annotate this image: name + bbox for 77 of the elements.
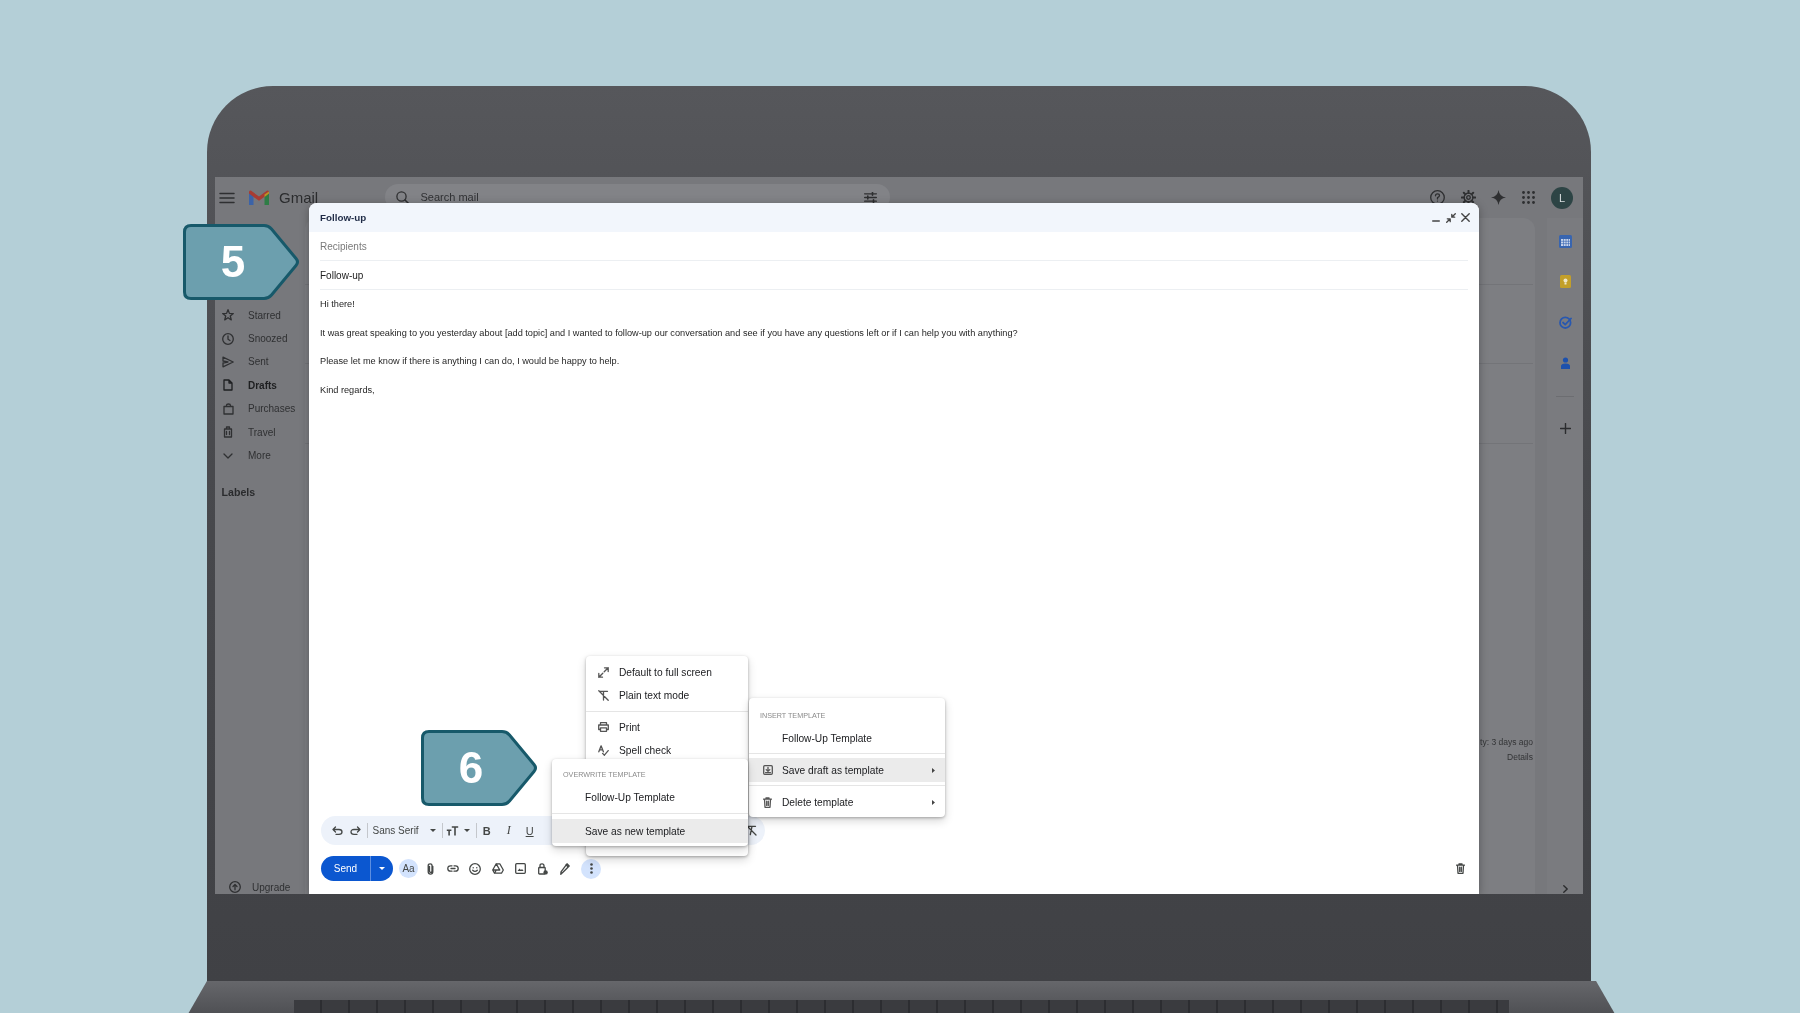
clock-icon <box>222 332 234 345</box>
help-icon[interactable] <box>1429 190 1445 205</box>
clear-format-icon <box>598 689 609 701</box>
avatar[interactable]: L <box>1551 186 1573 209</box>
trash-icon[interactable] <box>1456 863 1465 874</box>
calendar-icon[interactable] <box>1558 234 1572 248</box>
font-dropdown[interactable]: Sans Serif <box>372 825 436 836</box>
sparkle-icon[interactable] <box>1490 190 1506 205</box>
chevron-right-icon[interactable] <box>1562 885 1568 893</box>
search-field[interactable]: Search mail <box>420 190 852 204</box>
menu-item[interactable]: Follow-Up Template <box>552 785 748 809</box>
trash-icon <box>763 796 772 808</box>
file-icon <box>223 379 233 392</box>
body-paragraph: Hi there! <box>320 298 356 311</box>
bold-button[interactable]: B <box>480 822 493 839</box>
submenu-arrow-icon <box>932 799 935 805</box>
link-icon[interactable] <box>446 865 459 872</box>
menu-item[interactable]: Save draft as template <box>749 758 945 782</box>
more-vertical-icon <box>589 863 593 874</box>
recipients-field[interactable]: Recipients <box>320 232 1468 261</box>
close-icon[interactable] <box>1460 213 1470 222</box>
suitcase-icon <box>223 426 233 439</box>
menu-item[interactable]: Follow-Up Template <box>749 726 945 750</box>
chevron-down-icon <box>223 452 233 459</box>
app-name: Gmail <box>279 189 319 206</box>
more-options-button[interactable] <box>581 858 601 879</box>
menu-item[interactable]: Save as new template <box>552 819 748 843</box>
send-options-button[interactable] <box>370 856 393 881</box>
image-icon[interactable] <box>514 863 526 874</box>
redo-icon[interactable] <box>349 826 361 835</box>
underline-button[interactable]: U <box>523 822 536 839</box>
undo-icon[interactable] <box>331 826 343 835</box>
filter-icon[interactable] <box>863 191 877 203</box>
menu-item[interactable]: Delete template <box>749 790 945 814</box>
caret-icon <box>379 867 385 870</box>
minimize-icon[interactable] <box>1432 219 1440 222</box>
add-icon[interactable] <box>1559 422 1571 434</box>
menu-item[interactable]: Print <box>586 715 748 739</box>
check-circle-icon[interactable] <box>1558 315 1572 329</box>
apps-grid-icon[interactable] <box>1521 191 1535 204</box>
expand-arrows-icon <box>598 666 609 678</box>
italic-button[interactable]: I <box>502 822 515 839</box>
menu-item[interactable]: Default to full screen <box>586 660 748 684</box>
text-size-icon[interactable] <box>446 825 460 836</box>
subject-field[interactable]: Follow-up <box>320 261 1468 290</box>
caret-icon[interactable] <box>463 829 470 832</box>
menu-icon[interactable] <box>219 191 235 204</box>
lock-icon[interactable] <box>537 862 548 875</box>
lightbulb-icon[interactable] <box>1559 274 1571 288</box>
triangle-icon[interactable] <box>491 863 504 874</box>
download-box-icon <box>762 765 773 775</box>
star-icon <box>222 309 234 322</box>
submenu-arrow-icon <box>932 767 935 773</box>
caret-icon <box>429 829 436 832</box>
send-button[interactable]: Send <box>321 856 370 881</box>
collapse-icon[interactable] <box>1445 212 1456 223</box>
send-icon <box>222 355 234 368</box>
paperclip-icon[interactable] <box>426 862 434 875</box>
clear-format-icon[interactable] <box>745 825 757 836</box>
body-paragraph: It was great speaking to you yesterday about [add topic] and I wanted to follow-up our conversation and see if you have any questions left or if I can help you with anything? <box>320 326 1019 340</box>
emoji-icon[interactable] <box>469 862 482 875</box>
body-paragraph: Please let me know if there is anything I can do, I would be happy to help. <box>320 355 621 368</box>
printer-icon <box>598 722 609 732</box>
sidebar-item[interactable]: Drafts <box>215 373 305 398</box>
compose-title: Follow-up <box>320 212 367 223</box>
search-icon[interactable] <box>395 190 409 204</box>
pen-icon[interactable] <box>560 862 571 875</box>
settings-icon[interactable] <box>1460 190 1476 205</box>
bag-icon <box>222 402 234 415</box>
arrow-up-circle-icon <box>229 881 241 893</box>
labels-heading: Labels <box>220 485 257 500</box>
activity-text: ty: 3 days ago <box>1480 737 1533 748</box>
menu-item[interactable]: Plain text mode <box>586 683 748 707</box>
body-paragraph: Kind regards, <box>320 383 376 397</box>
menu-item[interactable]: Spell check <box>586 738 748 762</box>
spellcheck-icon <box>598 744 609 756</box>
formatting-button[interactable]: Aa <box>399 859 418 878</box>
